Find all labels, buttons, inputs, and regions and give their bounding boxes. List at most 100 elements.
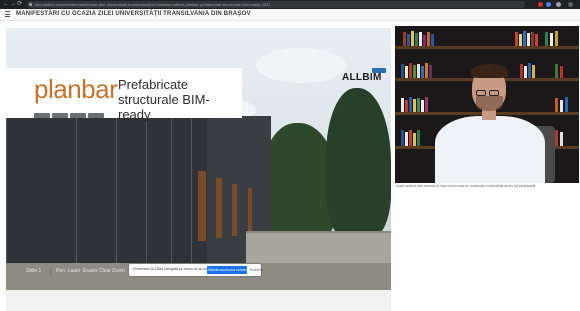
book [535, 34, 538, 46]
video-caption: Acest conținut este transmis în timp rea… [396, 184, 536, 188]
facade-panel [171, 116, 192, 266]
facade-panel [6, 116, 77, 266]
book [401, 130, 404, 146]
toolbar-slide[interactable]: Slide 1 [26, 268, 41, 274]
facade-panel [116, 116, 147, 266]
lock-icon [29, 3, 32, 6]
book [405, 100, 408, 112]
dismiss-button[interactable]: Închide [250, 267, 263, 272]
book [423, 35, 426, 46]
book [429, 65, 432, 78]
book [409, 97, 412, 112]
book [421, 66, 424, 78]
forward-button[interactable]: → [10, 1, 16, 8]
speaker-glasses [476, 83, 503, 96]
book [431, 34, 434, 46]
book [515, 32, 518, 46]
book [413, 133, 416, 146]
book [401, 64, 404, 78]
cloud [256, 48, 346, 83]
book [560, 100, 563, 112]
back-button[interactable]: ← [3, 1, 9, 8]
book [409, 130, 412, 146]
allbim-logo: ALLBIM [342, 68, 386, 84]
speaker-shirt [435, 116, 545, 183]
book [407, 34, 410, 46]
toolbar-divider [50, 268, 51, 276]
allbim-text: ALLBIM [342, 72, 382, 83]
book [421, 100, 424, 112]
planbar-logo: planbar [34, 74, 118, 104]
speaker-hair [471, 64, 508, 78]
screen-share-notification: Prezentare ALLBIM partajată pe ecran de … [129, 264, 263, 276]
bookshelf [395, 46, 579, 49]
book [419, 32, 422, 46]
headline-line-2: structurale BIM-ready [118, 92, 210, 122]
book [532, 65, 535, 78]
building-photo [6, 116, 271, 276]
book [550, 33, 553, 46]
request-control-button[interactable]: Solicită accesul la control [207, 266, 247, 274]
speaker-beard [476, 96, 503, 111]
wooden-window [216, 178, 222, 238]
wooden-window [198, 171, 206, 241]
book [415, 33, 418, 46]
extension-gray-icon[interactable] [556, 2, 561, 7]
book [425, 63, 428, 78]
toolbar-eraser[interactable]: Eraser [83, 268, 98, 274]
facade-panel [76, 116, 117, 266]
meeting-header: MANIFESTĂRI CU OCAZIA ZILEI UNIVERSITĂȚI… [0, 9, 580, 21]
toolbar-pen[interactable]: Pen [56, 268, 65, 274]
book [401, 98, 404, 112]
book [555, 130, 558, 146]
extension-red-icon[interactable] [538, 2, 543, 7]
book [527, 33, 530, 46]
slide-banner: planbar Prefabricate structurale BIM-rea… [6, 68, 242, 122]
tree [326, 88, 391, 238]
address-bar[interactable]: fdm.unitbv.ro/conferinte/manifestari-zil… [27, 1, 525, 8]
book [413, 99, 416, 112]
book [405, 132, 408, 146]
headline-line-1: Prefabricate [118, 77, 189, 92]
book [417, 98, 420, 112]
url-text: fdm.unitbv.ro/conferinte/manifestari-zil… [35, 2, 271, 7]
facade-panel [146, 116, 172, 266]
book [524, 66, 527, 78]
browser-toolbar: ← → ⟳ fdm.unitbv.ro/conferinte/manifesta… [0, 0, 580, 9]
toolbar-clear[interactable]: Clear [99, 268, 111, 274]
book [405, 66, 408, 78]
book [523, 31, 526, 46]
slide-headline: Prefabricate structurale BIM-ready [118, 77, 242, 122]
menu-icon[interactable] [5, 11, 10, 17]
book [555, 31, 558, 46]
book [427, 32, 430, 46]
book [519, 34, 522, 46]
book [555, 98, 558, 112]
book [520, 64, 523, 78]
book [413, 65, 416, 78]
speaker-video[interactable] [395, 26, 579, 183]
book [417, 64, 420, 78]
book [409, 63, 412, 78]
book [545, 32, 548, 46]
shared-screen: planbar Prefabricate structurale BIM-rea… [6, 28, 391, 290]
screen-footer [6, 290, 391, 311]
toolbar-laser[interactable]: Laser [68, 268, 81, 274]
reload-button[interactable]: ⟳ [17, 1, 22, 8]
book [417, 130, 420, 146]
book [555, 64, 558, 78]
book [403, 32, 406, 46]
book [425, 97, 428, 112]
book [531, 32, 534, 46]
wooden-window [248, 188, 252, 233]
book [560, 66, 563, 78]
book [528, 63, 531, 78]
wooden-window [232, 184, 237, 236]
book [560, 132, 563, 146]
extension-blue-icon[interactable] [546, 2, 551, 7]
extension-dark-icon[interactable] [568, 2, 573, 7]
toolbar-zoom[interactable]: Zoom [112, 268, 125, 274]
planbar-logo-bars [34, 105, 106, 118]
book [411, 31, 414, 46]
notification-text: Prezentare ALLBIM partajată pe ecran de … [133, 267, 214, 271]
